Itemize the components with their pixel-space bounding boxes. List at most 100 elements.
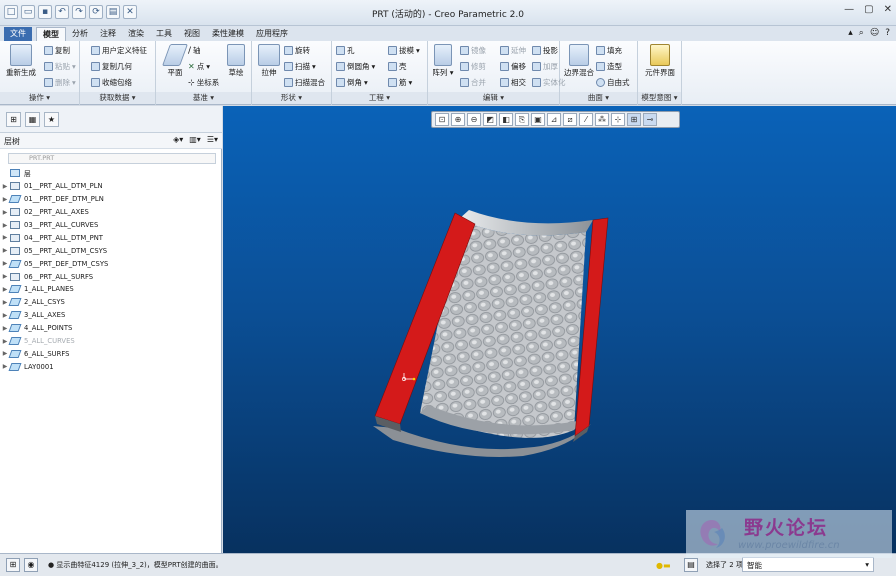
- layer-item[interactable]: ▶ 6_ALL_SURFS: [0, 347, 222, 360]
- tree-settings-icon[interactable]: ☰▾: [207, 135, 218, 144]
- layer-item[interactable]: ▶ 2_ALL_CSYS: [0, 296, 222, 309]
- group-label-operations[interactable]: 操作 ▾: [0, 92, 79, 104]
- layer-item[interactable]: ▶ 05__PRT_DEF_DTM_CSYS: [0, 257, 222, 270]
- selection-buffer-icon[interactable]: ▤: [684, 558, 698, 572]
- layer-item[interactable]: ▶ 05__PRT_ALL_DTM_CSYS: [0, 244, 222, 257]
- tab-5[interactable]: 工具: [150, 27, 178, 41]
- thicken-button[interactable]: 加厚: [532, 61, 558, 72]
- csys-display-icon[interactable]: ⊹: [611, 113, 625, 126]
- display-style-icon[interactable]: ◧: [499, 113, 513, 126]
- layer-properties-icon[interactable]: ▥▾: [189, 135, 201, 144]
- plane-button[interactable]: 平面: [158, 44, 192, 78]
- project-button[interactable]: 投影: [532, 45, 558, 56]
- tab-4[interactable]: 渲染: [122, 27, 150, 41]
- boundary-blend-button[interactable]: 边界混合: [562, 44, 596, 78]
- rib-button[interactable]: 筋 ▾: [388, 77, 412, 88]
- folder-browser-tab-icon[interactable]: ▦: [25, 112, 40, 127]
- layer-tree-root[interactable]: 层: [0, 167, 222, 180]
- shell-button[interactable]: 壳: [388, 61, 407, 72]
- selection-filter[interactable]: 智能 ▾: [742, 557, 874, 572]
- saved-views-icon[interactable]: ⎘: [515, 113, 529, 126]
- layer-item[interactable]: ▶ 04__PRT_ALL_DTM_PNT: [0, 231, 222, 244]
- round-button[interactable]: 倒圆角 ▾: [336, 61, 375, 72]
- repaint-icon[interactable]: ◩: [483, 113, 497, 126]
- extend-button[interactable]: 延伸: [500, 45, 526, 56]
- hole-button[interactable]: 孔: [336, 45, 355, 56]
- layer-item[interactable]: ▶ 06__PRT_ALL_SURFS: [0, 270, 222, 283]
- sketch-button[interactable]: 草绘: [222, 44, 250, 78]
- close-icon[interactable]: ✕: [884, 4, 892, 15]
- layer-item[interactable]: ▶ 01__PRT_ALL_DTM_PLN: [0, 180, 222, 193]
- layer-item[interactable]: ▶ 01__PRT_DEF_DTM_PLN: [0, 193, 222, 206]
- search-icon[interactable]: ⌕: [859, 28, 864, 38]
- group-label-shapes[interactable]: 形状 ▾: [252, 92, 331, 104]
- show-browser-icon[interactable]: ◉: [24, 558, 38, 572]
- pattern-button[interactable]: 阵列 ▾: [428, 44, 458, 78]
- expand-arrow-icon[interactable]: ▶: [0, 222, 10, 229]
- layer-item[interactable]: ▶ 5_ALL_CURVES: [0, 335, 222, 348]
- show-navigator-icon[interactable]: ⊞: [6, 558, 20, 572]
- tab-6[interactable]: 视图: [178, 27, 206, 41]
- layer-item[interactable]: ▶ 4_ALL_POINTS: [0, 322, 222, 335]
- expand-arrow-icon[interactable]: ▶: [0, 234, 10, 241]
- layer-item[interactable]: ▶ 3_ALL_AXES: [0, 309, 222, 322]
- csys-button[interactable]: ⊹ 坐标系: [188, 77, 219, 88]
- udf-button[interactable]: 用户定义特征: [91, 45, 147, 56]
- expand-icon[interactable]: ▴: [848, 28, 853, 38]
- favorites-tab-icon[interactable]: ★: [44, 112, 59, 127]
- layer-item[interactable]: ▶ 03__PRT_ALL_CURVES: [0, 219, 222, 232]
- expand-arrow-icon[interactable]: ▶: [0, 209, 10, 216]
- revolve-button[interactable]: 旋转: [284, 45, 310, 56]
- refit-icon[interactable]: ⊡: [435, 113, 449, 126]
- sweep-button[interactable]: 扫描 ▾: [284, 61, 316, 72]
- graphics-viewport[interactable]: [223, 106, 896, 553]
- help-icon[interactable]: ?: [885, 28, 890, 38]
- fill-button[interactable]: 填充: [596, 45, 622, 56]
- community-icon[interactable]: ☺: [870, 28, 879, 38]
- layer-display-icon[interactable]: ◈▾: [173, 135, 183, 144]
- tab-7[interactable]: 柔性建模: [206, 27, 250, 41]
- view-manager-icon[interactable]: ▣: [531, 113, 545, 126]
- copy-button[interactable]: 复制: [44, 45, 70, 56]
- model-tree-tab-icon[interactable]: ⊞: [6, 112, 21, 127]
- group-label-datum[interactable]: 基准 ▾: [156, 92, 251, 104]
- tab-3[interactable]: 注释: [94, 27, 122, 41]
- group-label-engineering[interactable]: 工程 ▾: [332, 92, 427, 104]
- axis-display-icon[interactable]: ⁄: [579, 113, 593, 126]
- mirror-button[interactable]: 镜像: [460, 45, 486, 56]
- tab-8[interactable]: 应用程序: [250, 27, 294, 41]
- group-label-editing[interactable]: 编辑 ▾: [428, 92, 559, 104]
- model-selector[interactable]: PRT.PRT: [8, 153, 216, 164]
- tab-0[interactable]: 文件: [4, 27, 32, 41]
- swept-blend-button[interactable]: 扫描混合: [284, 77, 325, 88]
- draft-button[interactable]: 拔模 ▾: [388, 45, 420, 56]
- zoom-in-icon[interactable]: ⊕: [451, 113, 465, 126]
- merge-button[interactable]: 合并: [460, 77, 486, 88]
- expand-arrow-icon[interactable]: ▶: [0, 183, 10, 190]
- paste-button[interactable]: 粘贴 ▾: [44, 61, 76, 72]
- expand-arrow-icon[interactable]: ▶: [0, 247, 10, 254]
- group-label-model-intent[interactable]: 模型意图 ▾: [638, 92, 681, 104]
- zoom-out-icon[interactable]: ⊖: [467, 113, 481, 126]
- shrinkwrap-button[interactable]: 收缩包络: [91, 77, 132, 88]
- extrude-button[interactable]: 拉伸: [252, 44, 286, 78]
- maximize-icon[interactable]: ▢: [864, 4, 873, 15]
- layer-item[interactable]: ▶ 02__PRT_ALL_AXES: [0, 206, 222, 219]
- chamfer-button[interactable]: 倒角 ▾: [336, 77, 368, 88]
- copy-geometry-button[interactable]: 复制几何: [91, 61, 132, 72]
- group-label-get-data[interactable]: 获取数据 ▾: [80, 92, 155, 104]
- plane-display-icon[interactable]: ⧄: [563, 113, 577, 126]
- freestyle-button[interactable]: 自由式: [596, 77, 630, 88]
- point-button[interactable]: ✕ 点 ▾: [188, 61, 210, 72]
- intersect-button[interactable]: 相交: [500, 77, 526, 88]
- offset-button[interactable]: 偏移: [500, 61, 526, 72]
- minimize-icon[interactable]: —: [844, 4, 854, 15]
- group-label-surfaces[interactable]: 曲面 ▾: [560, 92, 637, 104]
- component-interface-button[interactable]: 元件界面: [642, 44, 678, 78]
- regenerate-button[interactable]: 重新生成: [4, 44, 38, 78]
- tab-2[interactable]: 分析: [66, 27, 94, 41]
- layer-item[interactable]: ▶ 1_ALL_PLANES: [0, 283, 222, 296]
- perspective-icon[interactable]: ⊿: [547, 113, 561, 126]
- point-display-icon[interactable]: ⁂: [595, 113, 609, 126]
- expand-arrow-icon[interactable]: ▶: [0, 273, 10, 280]
